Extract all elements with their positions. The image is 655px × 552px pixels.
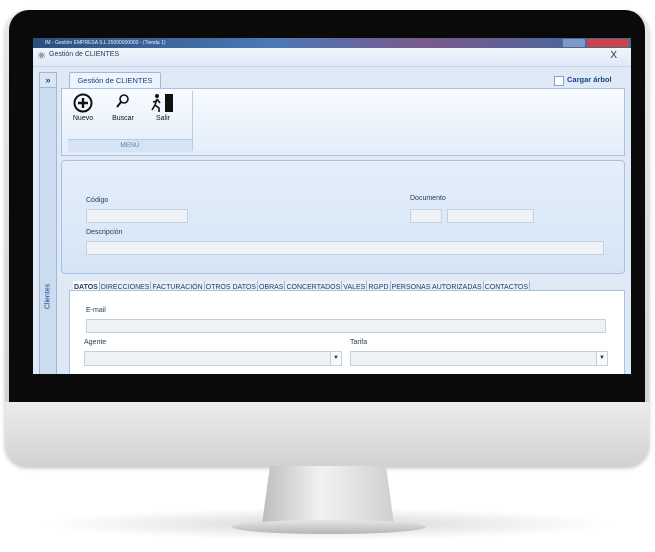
detail-tabs: DATOS DIRECCIONES FACTURACIÓN OTROS DATOS OB… (73, 276, 623, 295)
codigo-field[interactable] (86, 209, 188, 223)
window-title-bar: ⚛ Gestión de CLIENTES X (33, 48, 631, 67)
documento-number-field[interactable] (447, 209, 534, 223)
os-minimize-button[interactable] (563, 39, 585, 47)
agente-label: Agente (84, 339, 107, 346)
salir-label: Salir (155, 115, 170, 122)
screen: IM - Gestión EMPRESA S.L 25000000000 - (… (33, 38, 631, 374)
sidebar-item-clientes[interactable]: Clientes (45, 275, 52, 319)
datos-tab-panel: E-mail Agente ▼ Tarifa ▼ (69, 290, 625, 374)
salir-button[interactable]: Salir (146, 93, 180, 131)
monitor-foot (232, 520, 426, 534)
monitor-chin (5, 402, 649, 466)
documento-label: Documento (410, 195, 446, 202)
descripcion-field[interactable] (86, 241, 604, 255)
cargar-arbol-checkbox[interactable] (554, 76, 564, 86)
os-title-bar: IM - Gestión EMPRESA S.L 25000000000 - (… (33, 38, 631, 48)
ribbon-separator (192, 91, 193, 151)
descripcion-label: Descripción (86, 229, 123, 236)
os-title: IM - Gestión EMPRESA S.L 25000000000 - (… (45, 40, 166, 46)
documento-type-field[interactable] (410, 209, 442, 223)
sidebar-expand-button[interactable]: » (40, 73, 56, 88)
email-field[interactable] (86, 319, 606, 333)
nuevo-button[interactable]: Nuevo (66, 93, 100, 131)
plus-circle-icon (66, 93, 100, 115)
email-label: E-mail (86, 307, 106, 314)
cargar-arbol-label: Cargar árbol (567, 75, 612, 84)
app-logo-icon: ⚛ (37, 51, 46, 62)
os-close-button[interactable] (587, 39, 629, 47)
client-header-panel: Código Documento Descripción (61, 160, 625, 274)
search-icon (106, 93, 140, 115)
buscar-button[interactable]: Buscar (106, 93, 140, 131)
window-title: Gestión de CLIENTES (49, 51, 120, 58)
agente-select[interactable]: ▼ (84, 351, 342, 366)
sidebar: » Clientes (39, 72, 57, 374)
ribbon: Nuevo Buscar Salir MENÚ (61, 88, 625, 156)
buscar-label: Buscar (112, 115, 134, 122)
nuevo-label: Nuevo (72, 115, 94, 122)
chevron-down-icon: ▼ (330, 352, 341, 365)
tab-gestion-clientes[interactable]: Gestión de CLIENTES (69, 72, 161, 89)
tarifa-label: Tarifa (350, 339, 368, 346)
window-close-button[interactable]: X (610, 50, 617, 61)
codigo-label: Código (86, 197, 109, 204)
chevron-down-icon: ▼ (596, 352, 607, 365)
exit-door-icon (146, 93, 180, 115)
monitor-stand (262, 466, 394, 524)
ribbon-group-menu: MENÚ (68, 139, 192, 152)
tarifa-select[interactable]: ▼ (350, 351, 608, 366)
